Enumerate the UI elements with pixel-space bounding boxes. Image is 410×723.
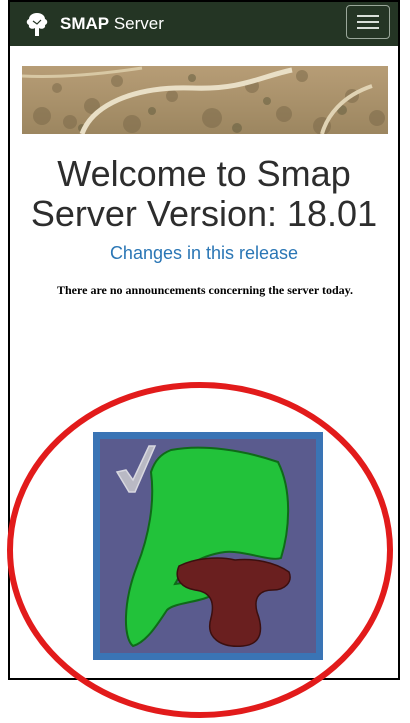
hamburger-menu-button[interactable] <box>346 5 390 39</box>
fieldtask-logo <box>93 432 323 660</box>
brand-name: SMAP Server <box>60 14 164 33</box>
hamburger-icon <box>357 15 379 17</box>
navbar: SMAP Server <box>10 2 398 46</box>
page-title: Welcome to Smap Server Version: 18.01 <box>30 153 378 234</box>
tree-icon <box>26 13 48 36</box>
brand-link[interactable]: SMAP Server <box>24 9 164 39</box>
app-frame: SMAP Server Welcome to Smap Server Versi… <box>8 0 400 680</box>
announcement-text: There are no announcements concerning th… <box>57 283 353 297</box>
changes-in-release-link[interactable]: Changes in this release <box>10 243 398 264</box>
banner-image <box>22 66 388 134</box>
